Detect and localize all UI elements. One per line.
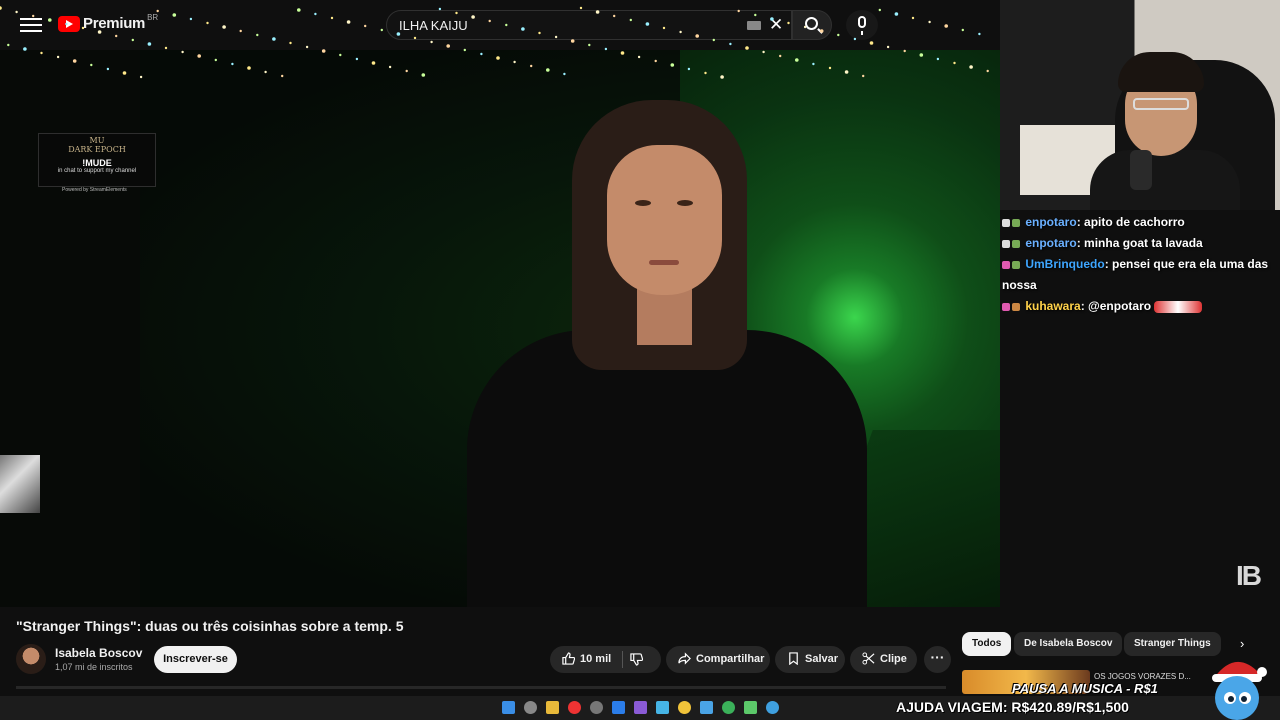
- presenter-mouth: [649, 260, 679, 265]
- chat-username: kuhawara: [1025, 299, 1081, 313]
- share-button[interactable]: Compartilhar: [666, 646, 770, 673]
- stream-goal-ajuda: AJUDA VIAGEM: R$420.89/R$1,500: [896, 699, 1129, 715]
- screen: IB MU DARK EPOCH !MUDE in chat to support…: [0, 0, 1280, 720]
- search-icon: [805, 17, 818, 30]
- youtube-logo[interactable]: Premium BR: [58, 13, 159, 32]
- stream-alert-pausa: PAUSA A MUSICA - R$1: [1012, 681, 1158, 696]
- edge-icon[interactable]: [766, 701, 779, 714]
- widget-command: !MUDE: [82, 158, 112, 168]
- mascot-icon: [1212, 661, 1267, 720]
- close-icon[interactable]: ✕: [769, 15, 783, 35]
- media-player-icon[interactable]: [568, 701, 581, 714]
- clip-button[interactable]: Clipe: [850, 646, 917, 673]
- recommended-title[interactable]: OS JOGOS VORAZES D...: [1094, 672, 1191, 681]
- widget-powered: Powered by StreamElements: [62, 187, 127, 193]
- chat-badge-icon: [1002, 302, 1010, 311]
- share-label: Compartilhar: [696, 653, 765, 665]
- stream-command-widget: MU DARK EPOCH !MUDE in chat to support my…: [38, 133, 156, 187]
- masthead: Premium BR ILHA KAIJU ✕: [0, 0, 1000, 50]
- bookmark-icon: [789, 651, 798, 665]
- chat-message: enpotaro: minha goat ta lavada: [1002, 233, 1272, 254]
- settings-icon[interactable]: [524, 701, 537, 714]
- like-count: 10 mil: [580, 653, 612, 665]
- clip-label: Clipe: [880, 653, 907, 665]
- chat-username: enpotaro: [1025, 215, 1077, 229]
- subscribe-button[interactable]: Inscrever-se: [154, 646, 237, 673]
- chat-text: apito de cachorro: [1084, 215, 1185, 229]
- steam-icon[interactable]: [700, 701, 713, 714]
- save-button[interactable]: Salvar: [775, 646, 845, 673]
- chat-badge-icon: [1012, 260, 1020, 269]
- channel-watermark: IB: [1236, 560, 1262, 591]
- presenter-eye: [677, 200, 693, 206]
- chat-emote-icon: [1154, 300, 1203, 313]
- description-divider: [16, 686, 946, 689]
- like-button[interactable]: 10 mil: [550, 651, 612, 665]
- menu-icon[interactable]: [20, 14, 42, 36]
- discord-icon[interactable]: [634, 701, 647, 714]
- webcam-streamer-hair: [1118, 52, 1204, 92]
- spotify-icon[interactable]: [722, 701, 735, 714]
- chat-badge-icon: [1012, 239, 1020, 248]
- chat-message: enpotaro: apito de cachorro: [1002, 212, 1272, 233]
- voice-search-button[interactable]: [846, 10, 878, 40]
- chat-badge-icon: [1002, 239, 1010, 248]
- chat-message: UmBrinquedo: pensei que era ela uma das …: [1002, 257, 1269, 292]
- streamer-webcam: [1000, 0, 1280, 210]
- chip-channel[interactable]: De Isabela Boscov: [1014, 632, 1123, 656]
- presenter: [467, 90, 867, 607]
- chip-todos[interactable]: Todos: [962, 632, 1012, 656]
- side-thumbnail: [0, 455, 40, 513]
- chat-badge-icon: [1012, 302, 1020, 311]
- chrome-icon[interactable]: [678, 701, 691, 714]
- app-icon[interactable]: [656, 701, 669, 714]
- subscriber-count: 1,07 mi de inscritos: [55, 662, 133, 672]
- search-button[interactable]: [792, 10, 832, 40]
- presenter-eye: [635, 200, 651, 206]
- scissors-icon: [862, 652, 875, 665]
- share-icon: [678, 651, 691, 665]
- logo-region: BR: [147, 13, 159, 22]
- search-input[interactable]: ILHA KAIJU ✕: [386, 10, 792, 40]
- webcam-streamer-body: [1090, 150, 1240, 210]
- widget-subtitle: in chat to support my channel: [57, 168, 137, 174]
- webcam-microphone: [1130, 150, 1152, 190]
- video-title: "Stranger Things": duas ou três coisinha…: [16, 618, 404, 634]
- chat-message: kuhawara: @enpotaro: [1002, 296, 1272, 317]
- windows-start-icon[interactable]: [502, 701, 515, 714]
- chat-text: @enpotaro: [1088, 299, 1152, 313]
- minecraft-icon[interactable]: [744, 701, 757, 714]
- chat-badge-icon: [1002, 260, 1010, 269]
- logo-text: Premium: [83, 15, 146, 32]
- save-label: Salvar: [805, 653, 839, 665]
- folder-icon[interactable]: [546, 701, 559, 714]
- mic-icon: [858, 16, 866, 35]
- search-query: ILHA KAIJU: [399, 18, 468, 33]
- browser-icon[interactable]: [612, 701, 625, 714]
- presenter-shirt: [467, 330, 867, 607]
- stream-chat: enpotaro: apito de cachorro enpotaro: mi…: [1002, 212, 1272, 317]
- chat-badge-icon: [1002, 218, 1010, 227]
- chat-badge-icon: [1012, 218, 1020, 227]
- thumbs-down-icon[interactable]: [630, 653, 643, 666]
- thumbs-up-icon: [562, 651, 575, 665]
- chat-username: UmBrinquedo: [1025, 257, 1105, 271]
- webcam-glasses: [1133, 98, 1189, 110]
- like-divider: [622, 651, 623, 668]
- channel-name[interactable]: Isabela Boscov: [55, 646, 142, 660]
- youtube-play-icon: [58, 15, 80, 32]
- presenter-face: [607, 145, 722, 295]
- widget-brand-logo: MU DARK EPOCH: [68, 136, 126, 154]
- keyboard-icon[interactable]: [747, 21, 761, 30]
- chat-text: minha goat ta lavada: [1084, 236, 1203, 250]
- obs-icon[interactable]: [590, 701, 603, 714]
- more-actions-button[interactable]: ···: [924, 646, 951, 673]
- channel-avatar[interactable]: [16, 644, 46, 674]
- like-dislike-group: 10 mil: [550, 646, 661, 673]
- chat-username: enpotaro: [1025, 236, 1077, 250]
